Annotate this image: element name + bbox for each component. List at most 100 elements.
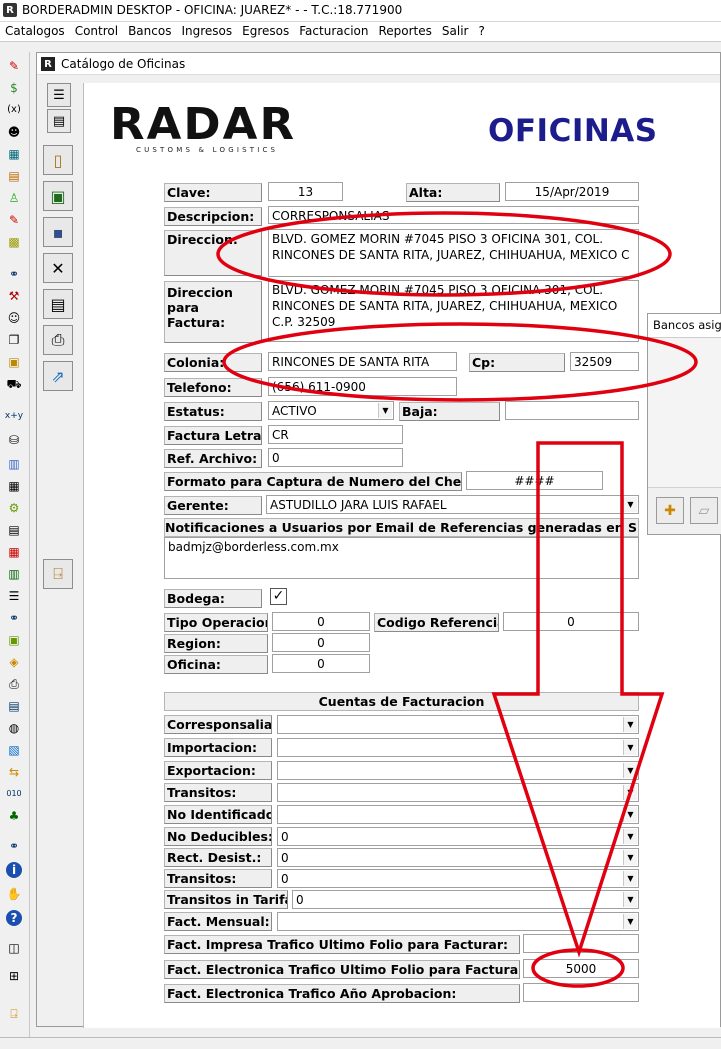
chevron-down-icon[interactable]: ▼	[623, 785, 637, 800]
chart-icon[interactable]: ▥	[6, 566, 22, 582]
calculator-icon[interactable]: ▦	[6, 146, 22, 162]
fact-impresa-field[interactable]	[523, 934, 639, 953]
bancos-list[interactable]	[648, 338, 721, 488]
list-icon[interactable]: ☰	[6, 588, 22, 604]
network-icon[interactable]: ⚭	[6, 266, 22, 282]
chevron-down-icon[interactable]: ▼	[623, 892, 637, 907]
binary-icon[interactable]: 010	[6, 786, 22, 802]
export-button[interactable]: ⇗	[43, 361, 73, 391]
cuenta-select-transitos[interactable]: ▼	[277, 783, 639, 802]
pen-icon[interactable]: ✎	[6, 212, 22, 228]
chevron-down-icon[interactable]: ▼	[623, 497, 637, 512]
baja-field[interactable]	[505, 401, 639, 420]
help-icon[interactable]: ?	[6, 910, 22, 926]
chevron-down-icon[interactable]: ▼	[623, 829, 637, 844]
descripcion-field[interactable]: CORRESPONSALIAS	[268, 206, 639, 224]
wrench-icon[interactable]: ⚒	[6, 288, 22, 304]
globe-icon[interactable]: ◍	[6, 720, 22, 736]
exit-door-icon[interactable]: ⍈	[6, 1006, 22, 1022]
codigo-referencia-field[interactable]: 0	[503, 612, 639, 631]
cuenta-select-corresponsalia[interactable]: ▼	[277, 715, 639, 734]
printer-icon[interactable]: ⎙	[6, 676, 22, 692]
person-icon[interactable]: ☻	[6, 124, 22, 140]
money-bag-icon[interactable]: $	[6, 80, 22, 96]
grid-icon[interactable]: ▩	[6, 234, 22, 250]
document-icon-2[interactable]: ▤	[6, 698, 22, 714]
pencil-icon[interactable]: ✎	[6, 58, 22, 74]
menu-salir[interactable]: Salir	[437, 22, 474, 42]
info-icon[interactable]: i	[6, 862, 22, 878]
truck-icon[interactable]: ⛟	[6, 376, 22, 392]
menu-ingresos[interactable]: Ingresos	[176, 22, 237, 42]
cuenta-select-rect-desist[interactable]: 0 ▼	[277, 848, 639, 867]
tree-icon[interactable]: ⊞	[6, 968, 22, 984]
chevron-down-icon[interactable]: ▼	[623, 717, 637, 732]
chevron-down-icon[interactable]: ▼	[378, 403, 392, 418]
alta-field[interactable]: 15/Apr/2019	[505, 182, 639, 201]
books-icon[interactable]: ▥	[6, 456, 22, 472]
gear-icon[interactable]: ⚙	[6, 500, 22, 516]
clover-icon[interactable]: ♣	[6, 808, 22, 824]
notificaciones-field[interactable]: badmjz@borderless.com.mx	[164, 537, 639, 579]
formula-icon[interactable]: (x)	[6, 102, 22, 118]
exit-button[interactable]: ⍈	[43, 559, 73, 589]
report-button[interactable]: ▤	[43, 289, 73, 319]
network-icon-3[interactable]: ⚭	[6, 838, 22, 854]
chevron-down-icon[interactable]: ▼	[623, 914, 637, 929]
menu-catalogos[interactable]: Catalogos	[0, 22, 70, 42]
ref-archivo-field[interactable]: 0	[268, 448, 403, 467]
menu-facturacion[interactable]: Facturacion	[294, 22, 373, 42]
chevron-down-icon[interactable]: ▼	[623, 850, 637, 865]
fact-aprobacion-field[interactable]	[523, 983, 639, 1002]
cuenta-select-no-identificado[interactable]: ▼	[277, 805, 639, 824]
cancel-button[interactable]: ✕	[43, 253, 73, 283]
edit-record-button[interactable]: ▣	[43, 181, 73, 211]
cuenta-select-transitos-2[interactable]: 0 ▼	[277, 869, 639, 888]
region-field[interactable]: 0	[272, 633, 370, 652]
grid-icon-2[interactable]: ▣	[6, 354, 22, 370]
document-icon[interactable]: ▤	[6, 168, 22, 184]
copy-icon[interactable]: ❐	[6, 332, 22, 348]
network-icon-2[interactable]: ⚭	[6, 610, 22, 626]
folder-icon[interactable]: ▧	[6, 742, 22, 758]
cuenta-select-no-deducibles[interactable]: 0 ▼	[277, 827, 639, 846]
flask-icon[interactable]: ♙	[6, 190, 22, 206]
estatus-select[interactable]: ACTIVO ▼	[268, 401, 394, 420]
remove-bank-button[interactable]: ▱	[690, 497, 718, 524]
menu-control[interactable]: Control	[70, 22, 123, 42]
direccion-field[interactable]: BLVD. GOMEZ MORIN #7045 PISO 3 OFICINA 3…	[268, 229, 639, 277]
table-icon[interactable]: ▦	[6, 478, 22, 494]
menu-reportes[interactable]: Reportes	[373, 22, 436, 42]
bodega-checkbox[interactable]: ✓	[270, 588, 287, 605]
factura-letra-field[interactable]: CR	[268, 425, 403, 444]
save-button[interactable]: ▪	[43, 217, 73, 247]
add-bank-button[interactable]: ✚	[656, 497, 684, 524]
direccion-factura-field[interactable]: BLVD. GOMEZ MORIN #7045 PISO 3 OFICINA 3…	[268, 280, 639, 342]
window-icon[interactable]: ◫	[6, 940, 22, 956]
box-icon[interactable]: ◈	[6, 654, 22, 670]
form-view-button[interactable]: ▤	[47, 109, 71, 133]
chevron-down-icon[interactable]: ▼	[623, 807, 637, 822]
menu-egresos[interactable]: Egresos	[237, 22, 294, 42]
oficina-field[interactable]: 0	[272, 654, 370, 673]
calendar-icon-2[interactable]: ▦	[6, 544, 22, 560]
menu-bancos[interactable]: Bancos	[123, 22, 176, 42]
clave-field[interactable]: 13	[268, 182, 343, 201]
chevron-down-icon[interactable]: ▼	[623, 871, 637, 886]
menu-help[interactable]: ?	[473, 22, 489, 42]
fact-electronica-field[interactable]: 5000	[523, 959, 639, 978]
calendar-icon[interactable]: ▤	[6, 522, 22, 538]
arrows-icon[interactable]: ⇆	[6, 764, 22, 780]
new-record-button[interactable]: ▯	[43, 145, 73, 175]
print-button[interactable]: ⎙	[43, 325, 73, 355]
database-icon[interactable]: ⛁	[6, 432, 22, 448]
cuenta-select-fact-mensual[interactable]: ▼	[277, 912, 639, 931]
cuenta-select-importacion[interactable]: ▼	[277, 738, 639, 757]
formula-icon-2[interactable]: x+y	[5, 408, 23, 424]
tipo-operacion-field[interactable]: 0	[272, 612, 370, 631]
gerente-select[interactable]: ASTUDILLO JARA LUIS RAFAEL ▼	[266, 495, 639, 514]
cuenta-select-exportacion[interactable]: ▼	[277, 761, 639, 780]
chevron-down-icon[interactable]: ▼	[623, 740, 637, 755]
book-icon[interactable]: ▣	[6, 632, 22, 648]
hand-icon[interactable]: ✋	[6, 886, 22, 902]
